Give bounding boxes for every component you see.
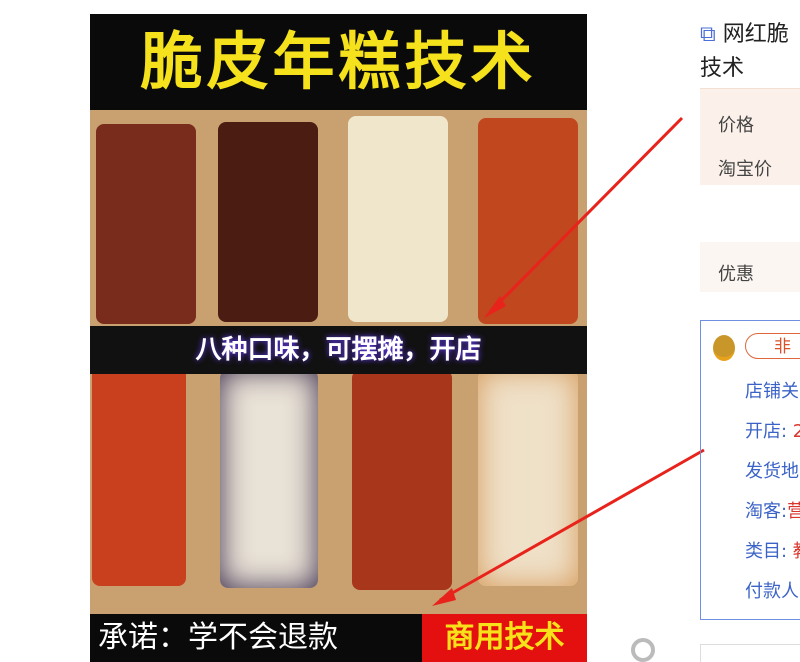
shop-row: 发货地: [745, 461, 799, 482]
shop-row: 开店: 2: [745, 421, 800, 442]
shop-row[interactable]: 店铺关: [745, 377, 799, 403]
arrow-line-top: [488, 116, 684, 314]
shop-info-card: 非 店铺关 开店: 2 发货地 淘客:营 类目: 教 付款人: [700, 320, 800, 620]
arrow-line-bottom: [439, 448, 705, 602]
product-title[interactable]: ⧉ 网红脆 技术: [700, 18, 800, 86]
product-detail-panel: ⧉ 网红脆 技术 价格 淘宝价 优惠 非 店铺关 开店: 2 发货地 淘客:营 …: [700, 0, 800, 662]
copy-icon[interactable]: ⧉: [700, 22, 716, 47]
annotation-arrows: [432, 116, 705, 662]
price-box: 价格 淘宝价: [700, 88, 800, 185]
price-label: 价格: [718, 115, 754, 136]
shop-badge: 非: [745, 333, 800, 359]
discount-box: 优惠: [700, 242, 800, 292]
next-card-edge: [700, 644, 800, 662]
arrow-head-bottom: [432, 588, 456, 606]
discount-label: 优惠: [718, 264, 754, 285]
magnifier-icon: [631, 638, 655, 662]
taobao-price-label: 淘宝价: [718, 159, 772, 180]
shop-row: 类目: 教: [745, 541, 800, 562]
shop-row: 淘客:营: [745, 501, 800, 522]
shop-avatar[interactable]: [713, 335, 735, 361]
shop-row: 付款人: [745, 581, 799, 602]
